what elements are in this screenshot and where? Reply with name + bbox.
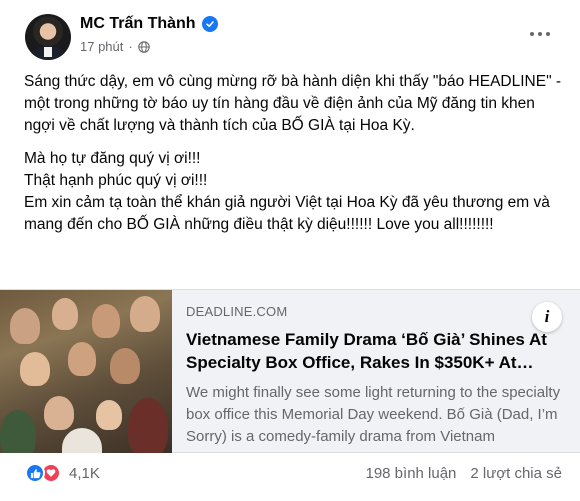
link-preview[interactable]: DEADLINE.COM Vietnamese Family Drama ‘Bố… (0, 289, 580, 453)
verified-badge-icon (201, 16, 218, 32)
more-options-icon[interactable] (527, 24, 553, 44)
globe-icon[interactable] (137, 40, 150, 53)
reaction-summary[interactable]: 4,1K (25, 463, 100, 483)
link-info-button[interactable]: i (532, 302, 562, 332)
comments-count-link[interactable]: 198 bình luận (365, 465, 456, 482)
author-avatar[interactable] (25, 14, 71, 60)
post-meta: 17 phút · (80, 39, 150, 54)
facebook-post: MC Trấn Thành 17 phút · Sáng thức dậy, e… (0, 0, 580, 501)
post-text: Sáng thức dậy, em vô cùng mừng rỡ bà hàn… (24, 71, 564, 247)
like-reaction-icon (25, 463, 45, 483)
link-domain: DEADLINE.COM (186, 304, 288, 319)
link-preview-body: DEADLINE.COM Vietnamese Family Drama ‘Bố… (186, 304, 566, 448)
author-row: MC Trấn Thành (80, 15, 218, 33)
link-headline[interactable]: Vietnamese Family Drama ‘Bố Già’ Shines … (186, 328, 566, 374)
avatar-collar (44, 47, 52, 57)
author-name[interactable]: MC Trấn Thành (80, 15, 196, 33)
post-timestamp[interactable]: 17 phút (80, 39, 123, 54)
post-paragraph: Mà họ tự đăng quý vị ơi!!! Thật hạnh phú… (24, 150, 550, 233)
post-paragraph: Sáng thức dậy, em vô cùng mừng rỡ bà hàn… (24, 73, 562, 134)
link-description: We might finally see some light returnin… (186, 384, 561, 445)
shares-count-link[interactable]: 2 lượt chia sẻ (470, 465, 562, 482)
meta-separator: · (128, 39, 133, 54)
reaction-count: 4,1K (69, 464, 100, 482)
link-thumbnail-image[interactable] (0, 290, 172, 453)
engagement-stats: 198 bình luận 2 lượt chia sẻ (365, 465, 562, 482)
